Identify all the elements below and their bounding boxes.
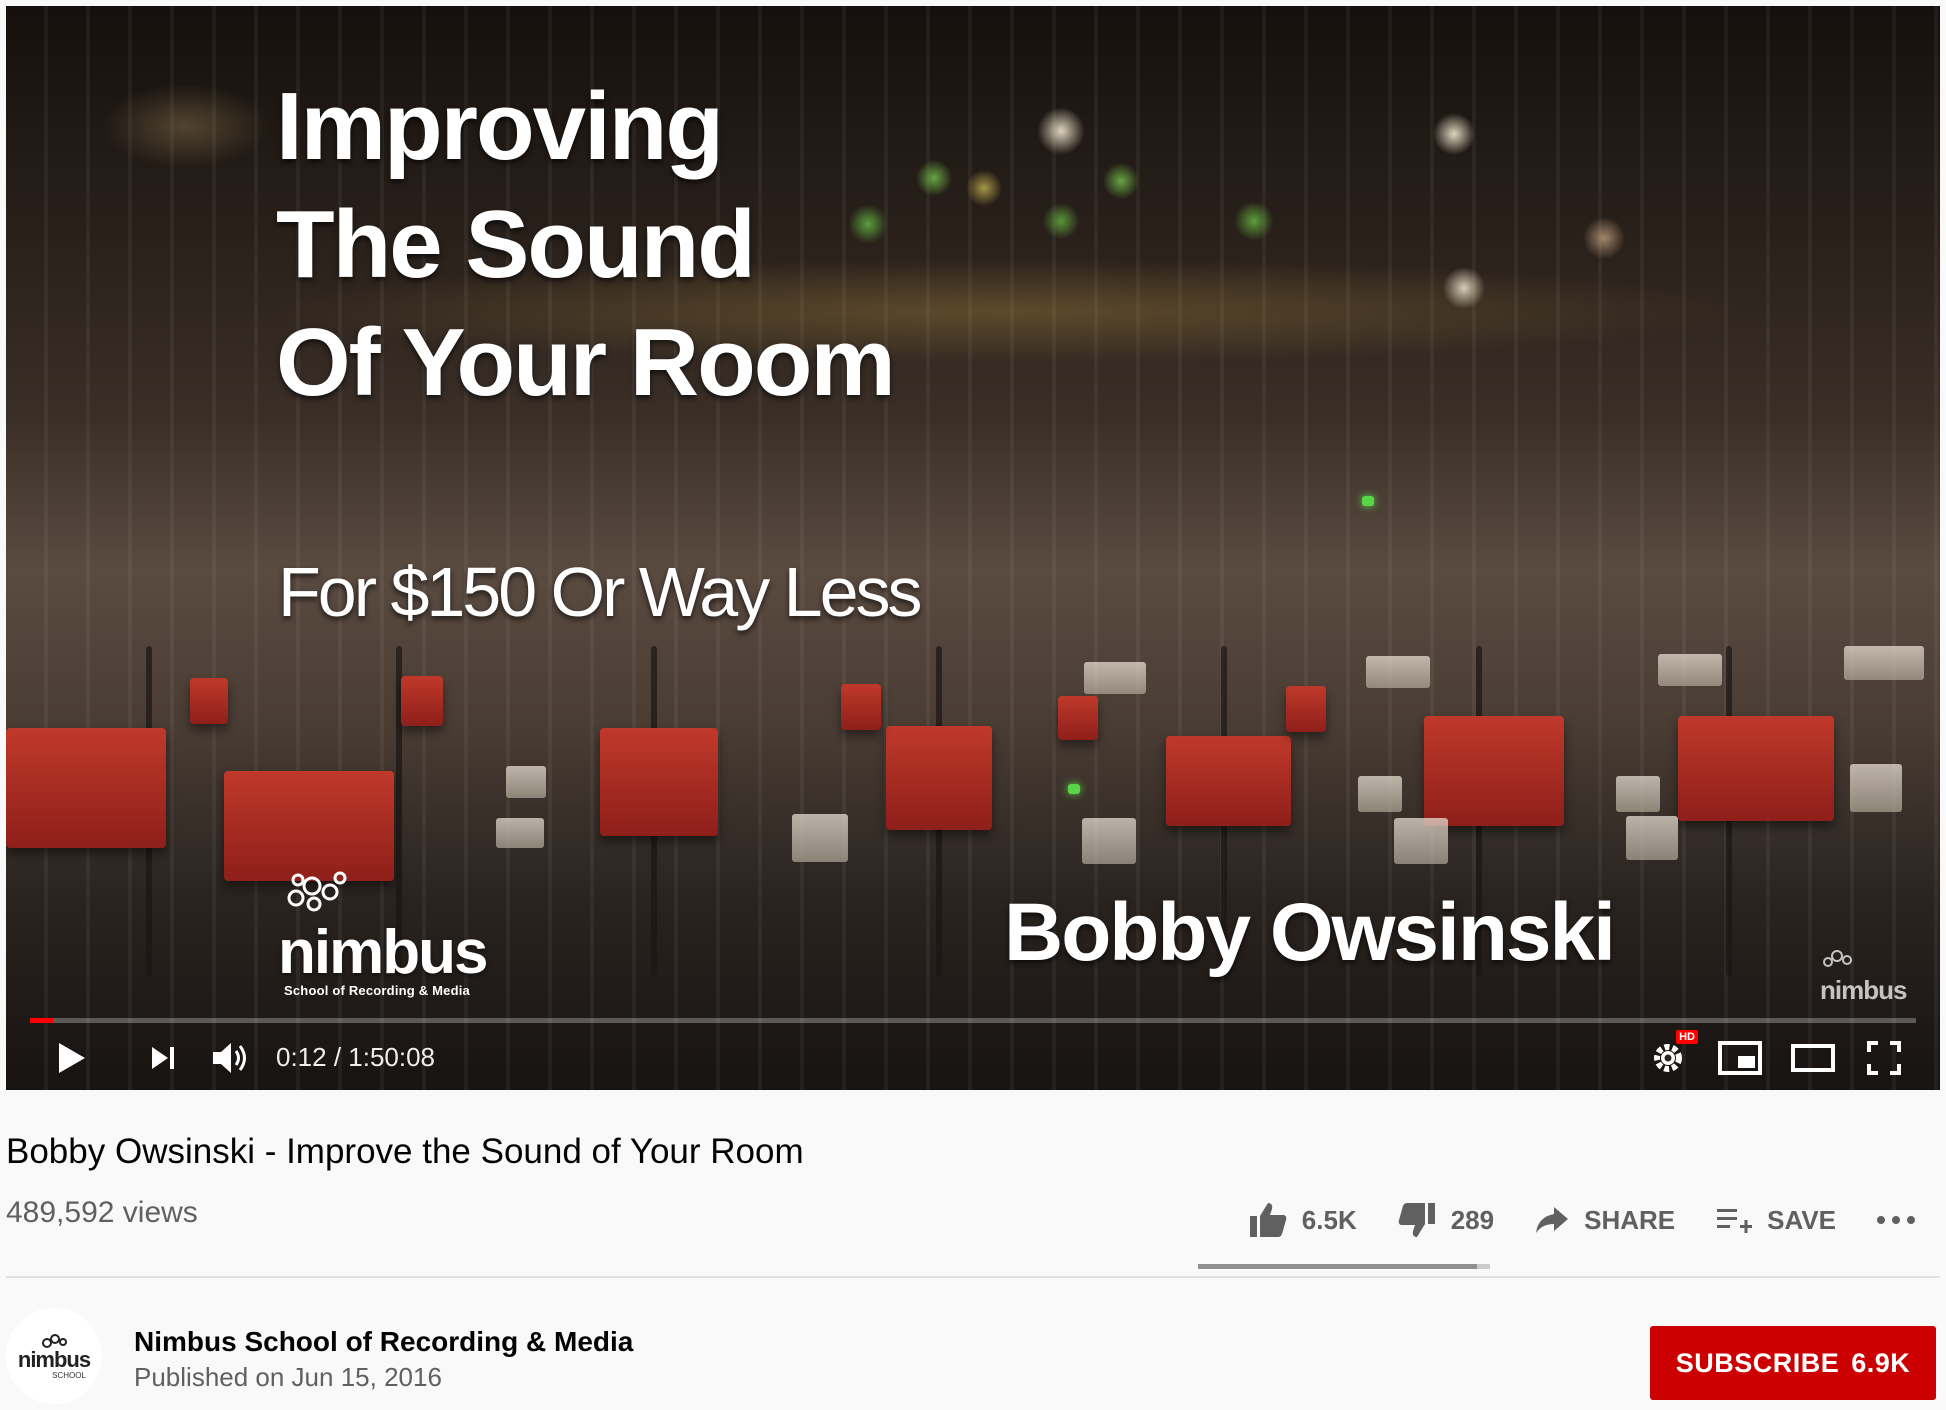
console-knob [1844, 646, 1924, 680]
progress-fill [30, 1018, 53, 1023]
thumbs-up-icon [1249, 1203, 1287, 1237]
play-button[interactable] [50, 1036, 94, 1080]
thumbs-down-icon [1398, 1203, 1435, 1237]
console-knob [506, 766, 546, 798]
console-knob [1626, 816, 1678, 860]
console-led [1362, 496, 1374, 506]
logo-subtitle: School of Recording & Media [284, 983, 470, 998]
nimbus-circles-icon [287, 871, 347, 912]
watermark-word: nimbus [1820, 975, 1907, 1005]
avatar-word: nimbus [17, 1346, 91, 1372]
console-fader-small [841, 684, 881, 730]
share-icon [1536, 1207, 1569, 1233]
console-fader [600, 728, 718, 836]
like-button[interactable]: 6.5K [1248, 1201, 1357, 1239]
console-fader [1166, 736, 1291, 826]
next-icon [152, 1047, 174, 1069]
volume-icon [213, 1043, 246, 1073]
theater-icon [1791, 1044, 1835, 1072]
more-horizontal-icon [1877, 1216, 1915, 1224]
fullscreen-button[interactable] [1862, 1036, 1906, 1080]
console-knob [1082, 818, 1136, 864]
video-overlay-presenter: Bobby Owsinski [1004, 887, 1616, 978]
video-overlay-title: Improving The Sound Of Your Room [276, 68, 896, 422]
avatar-sub: SCHOOL [52, 1370, 86, 1380]
console-knob [1616, 776, 1660, 812]
channel-avatar[interactable]: nimbus SCHOOL [6, 1308, 102, 1404]
console-knob [1366, 656, 1430, 688]
console-knob [1850, 764, 1902, 812]
more-actions-button[interactable] [1876, 1215, 1930, 1225]
progress-bar[interactable] [30, 1018, 1916, 1023]
view-count: 489,592 views [6, 1196, 198, 1229]
console-fader-small [190, 678, 228, 724]
console-fader-small [1058, 696, 1098, 740]
console-knob [1358, 776, 1402, 812]
overlay-title-line: Of Your Room [276, 309, 896, 416]
like-count: 6.5K [1301, 1204, 1357, 1235]
time-display: 0:12 / 1:50:08 [276, 1042, 436, 1072]
video-player[interactable]: Improving The Sound Of Your Room For $15… [6, 6, 1940, 1090]
video-actions: 6.5K 289 SHARE SAVE [1208, 1196, 1930, 1244]
dislike-button[interactable]: 289 [1397, 1201, 1494, 1239]
console-fader-small [401, 676, 443, 726]
share-button[interactable]: SHARE [1534, 1205, 1675, 1236]
video-title: Bobby Owsinski - Improve the Sound of Yo… [6, 1132, 804, 1171]
console-knob [1394, 818, 1448, 864]
console-fader-small [1286, 686, 1326, 732]
console-knob [792, 814, 848, 862]
nimbus-watermark: nimbus [1820, 948, 1907, 1006]
watermark-circles-icon [1823, 950, 1852, 967]
share-label: SHARE [1584, 1204, 1676, 1235]
dislike-count: 289 [1450, 1204, 1495, 1235]
console-fader [1424, 716, 1564, 826]
like-ratio-fill [1198, 1264, 1478, 1269]
like-dislike-bar [1198, 1264, 1490, 1269]
console-led [1068, 784, 1080, 794]
logo-word: nimbus [278, 918, 488, 987]
save-label: SAVE [1767, 1204, 1836, 1235]
nimbus-logo: nimbus School of Recording & Media [278, 868, 488, 998]
miniplayer-button[interactable] [1716, 1036, 1764, 1080]
divider [6, 1276, 1940, 1278]
overlay-title-line: Improving [276, 73, 724, 180]
console-knob [496, 818, 544, 848]
hd-badge: HD [1676, 1030, 1698, 1044]
channel-name[interactable]: Nimbus School of Recording & Media [134, 1326, 633, 1358]
overlay-title-line: The Sound [276, 191, 756, 298]
console-knob [1084, 662, 1146, 694]
save-button[interactable]: SAVE [1715, 1205, 1836, 1236]
subscribe-button[interactable]: SUBSCRIBE 6.9K [1650, 1326, 1936, 1400]
publish-date: Published on Jun 15, 2016 [134, 1362, 442, 1392]
settings-icon [1654, 1044, 1682, 1072]
add-to-playlist-icon [1717, 1209, 1753, 1233]
miniplayer-icon [1718, 1041, 1762, 1075]
console-fader [6, 728, 166, 848]
subscriber-count: 6.9K [1851, 1347, 1911, 1378]
console-fader [224, 771, 394, 881]
fullscreen-icon [1867, 1041, 1901, 1075]
video-overlay-subtitle: For $150 Or Way Less [278, 553, 923, 631]
console-fader [886, 726, 992, 830]
settings-button[interactable]: HD [1646, 1030, 1698, 1080]
theater-mode-button[interactable] [1788, 1036, 1838, 1080]
subscribe-label: SUBSCRIBE [1675, 1347, 1840, 1378]
next-button[interactable] [142, 1036, 186, 1080]
console-knob [1658, 654, 1722, 686]
play-icon [59, 1043, 85, 1073]
mute-button[interactable] [206, 1036, 256, 1080]
console-fader [1678, 716, 1834, 821]
